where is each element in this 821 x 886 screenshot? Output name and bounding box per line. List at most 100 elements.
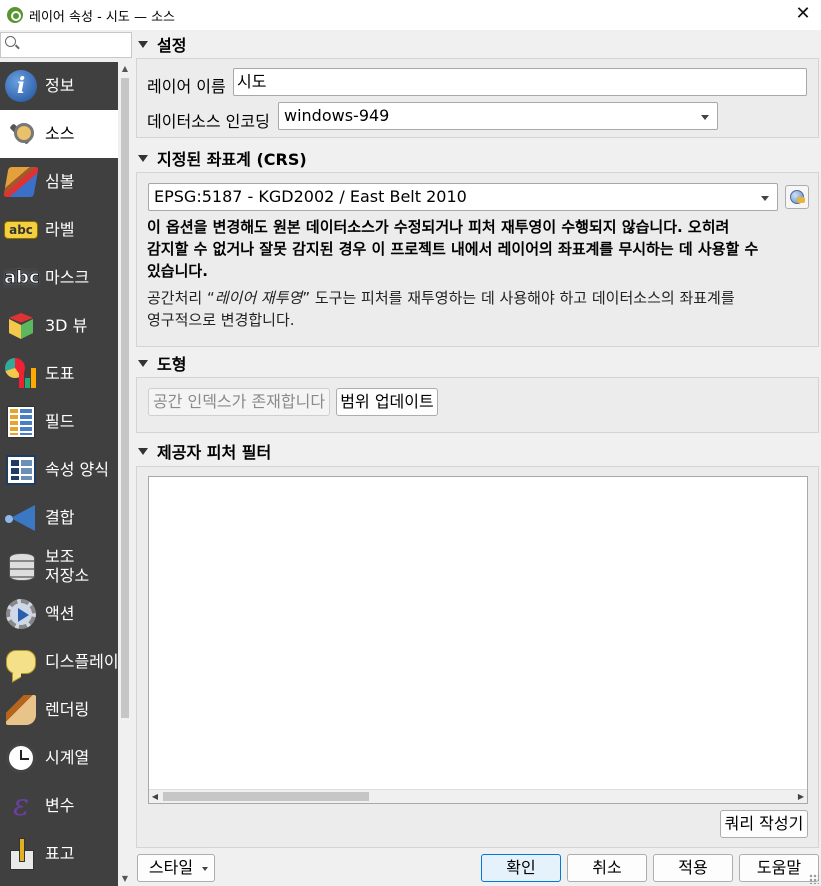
scrollbar-thumb[interactable] xyxy=(163,792,369,801)
joins-icon xyxy=(3,500,39,536)
qgis-logo-icon xyxy=(7,7,23,23)
geometry-group: 공간 인덱스가 존재합니다 범위 업데이트 xyxy=(136,377,819,433)
scrollbar-thumb[interactable] xyxy=(121,78,129,718)
resize-grip-icon[interactable] xyxy=(809,874,819,884)
spatial-index-button[interactable]: 공간 인덱스가 존재합니다 xyxy=(148,388,330,416)
rendering-icon xyxy=(3,692,39,728)
actions-icon xyxy=(3,596,39,632)
sidebar-item[interactable]: 3D 뷰 xyxy=(0,302,118,350)
crs-warning-text: 이 옵션을 변경해도 원본 데이터소스가 수정되거나 피처 재투영이 수행되지 … xyxy=(147,218,759,280)
sidebar-item[interactable]: 소스 xyxy=(0,110,118,158)
window-title: 레이어 속성 - 시도 — 소스 xyxy=(29,9,175,25)
crs-value: EPSG:5187 - KGD2002 / East Belt 2010 xyxy=(154,187,467,206)
ok-button[interactable]: 확인 xyxy=(481,854,561,882)
scroll-down-arrow-icon[interactable]: ▼ xyxy=(120,874,130,884)
sidebar-item[interactable]: 결합 xyxy=(0,494,118,542)
elevation-icon xyxy=(3,836,39,872)
sidebar-item-label: 속성 양식 xyxy=(45,460,109,480)
sidebar-item-label: 3D 뷰 xyxy=(45,316,88,336)
scroll-up-arrow-icon[interactable]: ▲ xyxy=(120,64,130,74)
update-extents-button[interactable]: 범위 업데이트 xyxy=(336,388,438,416)
geometry-section-header[interactable]: 도형 xyxy=(138,352,186,374)
filter-section-title: 제공자 피처 필터 xyxy=(157,443,272,462)
collapse-triangle-icon xyxy=(138,359,148,367)
sidebar-item-label: 디스플레이 xyxy=(45,652,118,672)
sidebar-item[interactable]: i 정보 xyxy=(0,62,118,110)
sidebar-item[interactable]: 필드 xyxy=(0,398,118,446)
sidebar-item[interactable]: 액션 xyxy=(0,590,118,638)
sidebar-item[interactable]: 도표 xyxy=(0,350,118,398)
scroll-right-arrow-icon[interactable]: ▶ xyxy=(795,790,807,803)
sidebar-item-label: 정보 xyxy=(45,76,75,96)
sidebar-item-label: 표고 xyxy=(45,844,75,864)
encoding-label: 데이터소스 인코딩 xyxy=(147,112,270,131)
select-crs-button[interactable] xyxy=(785,185,809,209)
attributes-form-icon xyxy=(3,452,39,488)
sidebar-item[interactable]: 디스플레이 xyxy=(0,638,118,686)
query-builder-button[interactable]: 쿼리 작성기 xyxy=(720,810,808,838)
crs-section-header[interactable]: 지정된 좌표계 (CRS) xyxy=(138,147,307,169)
auxiliary-storage-icon xyxy=(3,548,39,584)
temporal-icon xyxy=(3,740,39,776)
sidebar-item-label: 심볼 xyxy=(45,172,75,192)
help-button[interactable]: 도움말 xyxy=(739,854,819,882)
filter-group: ◀ ▶ 쿼리 작성기 xyxy=(136,466,819,848)
sidebar-item-label: 소스 xyxy=(45,124,75,144)
variables-icon: ε xyxy=(12,788,30,823)
dropdown-arrow-icon xyxy=(701,115,709,120)
collapse-triangle-icon xyxy=(138,154,148,162)
page-list-scrollbar[interactable]: ▲ ▼ xyxy=(118,62,132,886)
search-input[interactable] xyxy=(21,35,129,55)
style-menu-button[interactable]: 스타일 xyxy=(137,854,215,882)
geometry-section-title: 도형 xyxy=(157,355,187,374)
settings-section-title: 설정 xyxy=(157,36,187,55)
crs-note-text: 공간처리 “레이어 재투영” 도구는 피처를 재투영하는 데 사용해야 하고 데… xyxy=(147,289,735,329)
sidebar: i 정보 소스 심볼 abc 라벨 abc 마스크 3D 뷰 도표 필드 속성 양식 결합 보조 저장소 액… xyxy=(0,30,132,886)
sidebar-item-label: 시계열 xyxy=(45,748,90,768)
cancel-button[interactable]: 취소 xyxy=(567,854,647,882)
settings-group: 레이어 이름 시도 데이터소스 인코딩 windows-949 xyxy=(136,58,819,138)
sidebar-item[interactable]: 표고 xyxy=(0,830,118,878)
encoding-combobox[interactable]: windows-949 xyxy=(278,102,718,130)
collapse-triangle-icon xyxy=(138,447,148,455)
layer-name-label: 레이어 이름 xyxy=(147,77,226,96)
search-box[interactable] xyxy=(0,32,132,58)
3d-view-icon xyxy=(3,308,39,344)
dropdown-arrow-icon xyxy=(202,867,208,871)
sidebar-item[interactable]: abc 마스크 xyxy=(0,254,118,302)
sidebar-item-label: 라벨 xyxy=(45,220,75,240)
sidebar-item-label: 렌더링 xyxy=(45,700,90,720)
layer-name-input[interactable]: 시도 xyxy=(233,68,807,96)
page-list: i 정보 소스 심볼 abc 라벨 abc 마스크 3D 뷰 도표 필드 속성 양식 결합 보조 저장소 액… xyxy=(0,62,118,886)
sidebar-item-label: 결합 xyxy=(45,508,75,528)
sidebar-item[interactable]: 속성 양식 xyxy=(0,446,118,494)
encoding-value: windows-949 xyxy=(284,106,390,125)
crs-group: EPSG:5187 - KGD2002 / East Belt 2010 이 옵… xyxy=(136,172,819,347)
sidebar-item[interactable]: 렌더링 xyxy=(0,686,118,734)
apply-button[interactable]: 적용 xyxy=(653,854,733,882)
crs-combobox[interactable]: EPSG:5187 - KGD2002 / East Belt 2010 xyxy=(148,183,778,211)
display-icon xyxy=(3,644,39,680)
fields-icon xyxy=(3,404,39,440)
symbology-icon xyxy=(3,164,39,200)
filter-text-area[interactable]: ◀ ▶ xyxy=(148,476,808,804)
sidebar-item-label: 마스크 xyxy=(45,268,90,288)
style-button-label: 스타일 xyxy=(148,858,194,877)
filter-horizontal-scrollbar[interactable]: ◀ ▶ xyxy=(149,789,807,803)
sidebar-item[interactable]: 보조 저장소 xyxy=(0,542,118,590)
diagram-icon xyxy=(3,356,39,392)
filter-section-header[interactable]: 제공자 피처 필터 xyxy=(138,440,271,462)
sidebar-item[interactable]: abc 라벨 xyxy=(0,206,118,254)
sidebar-item[interactable]: 시계열 xyxy=(0,734,118,782)
close-button[interactable]: ✕ xyxy=(791,3,815,25)
scroll-left-arrow-icon[interactable]: ◀ xyxy=(149,790,161,803)
sidebar-item-label: 필드 xyxy=(45,412,75,432)
mask-icon: abc xyxy=(4,267,40,288)
sidebar-item[interactable]: 심볼 xyxy=(0,158,118,206)
crs-globe-icon xyxy=(790,190,805,204)
sidebar-item-label: 보조 저장소 xyxy=(45,546,90,585)
sidebar-item[interactable]: ε 변수 xyxy=(0,782,118,830)
crs-section-title: 지정된 좌표계 (CRS) xyxy=(157,150,307,169)
dialog-button-bar: 스타일 확인 취소 적용 도움말 xyxy=(132,850,821,886)
settings-section-header[interactable]: 설정 xyxy=(138,33,186,55)
